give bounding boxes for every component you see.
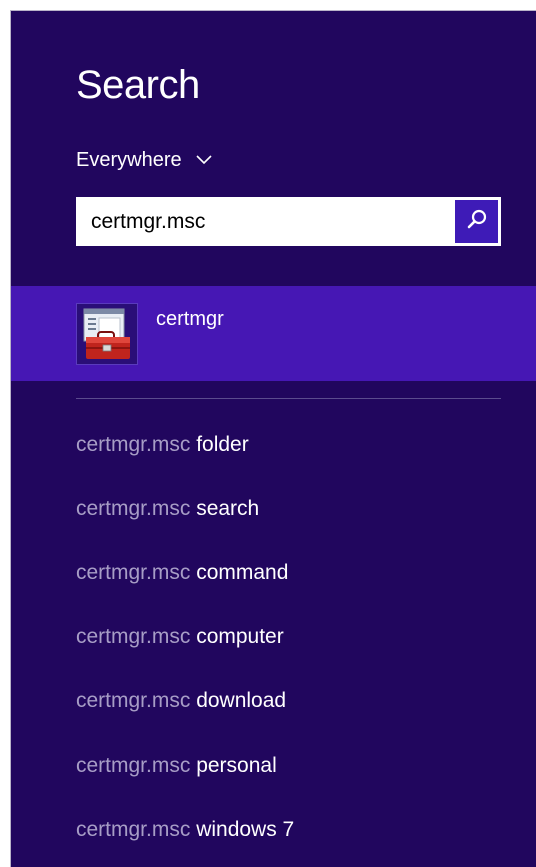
search-scope-label: Everywhere [76,148,182,171]
suggestion-term: command [196,561,289,584]
suggestion-term: search [196,497,260,520]
search-scope-dropdown[interactable]: Everywhere [76,147,212,173]
suggestion-query: certmgr.msc [76,754,191,777]
suggestion-term: folder [196,433,249,456]
suggestion-query: certmgr.msc [76,625,191,648]
suggestion-term: download [196,689,287,712]
search-result-item[interactable]: certmgr [11,286,536,381]
suggestion-query: certmgr.msc [76,689,191,712]
search-box [76,197,501,246]
toolbox-window-icon [76,303,138,365]
search-button[interactable] [455,200,498,243]
result-name: certmgr [156,308,224,330]
suggestion-item[interactable]: certmgr.msc download [76,689,286,719]
suggestion-query: certmgr.msc [76,561,191,584]
suggestion-query: certmgr.msc [76,818,191,841]
suggestion-item[interactable]: certmgr.msc search [76,497,259,527]
search-input[interactable] [76,197,452,246]
divider [76,398,501,399]
suggestion-term: windows 7 [196,818,295,841]
search-icon [466,208,488,235]
suggestion-item[interactable]: certmgr.msc personal [76,754,277,784]
suggestion-query: certmgr.msc [76,433,191,456]
suggestion-item[interactable]: certmgr.msc computer [76,625,284,655]
suggestion-item[interactable]: certmgr.msc folder [76,433,249,463]
suggestion-term: personal [196,754,277,777]
suggestion-item[interactable]: certmgr.msc command [76,561,288,591]
suggestion-item[interactable]: certmgr.msc windows 7 [76,818,294,848]
suggestion-query: certmgr.msc [76,497,191,520]
chevron-down-icon [196,152,212,168]
search-pane: Search Everywhere certmgr.msc certmgr ce… [10,10,536,867]
pane-title: Search [76,63,200,107]
suggestion-term: computer [196,625,284,648]
